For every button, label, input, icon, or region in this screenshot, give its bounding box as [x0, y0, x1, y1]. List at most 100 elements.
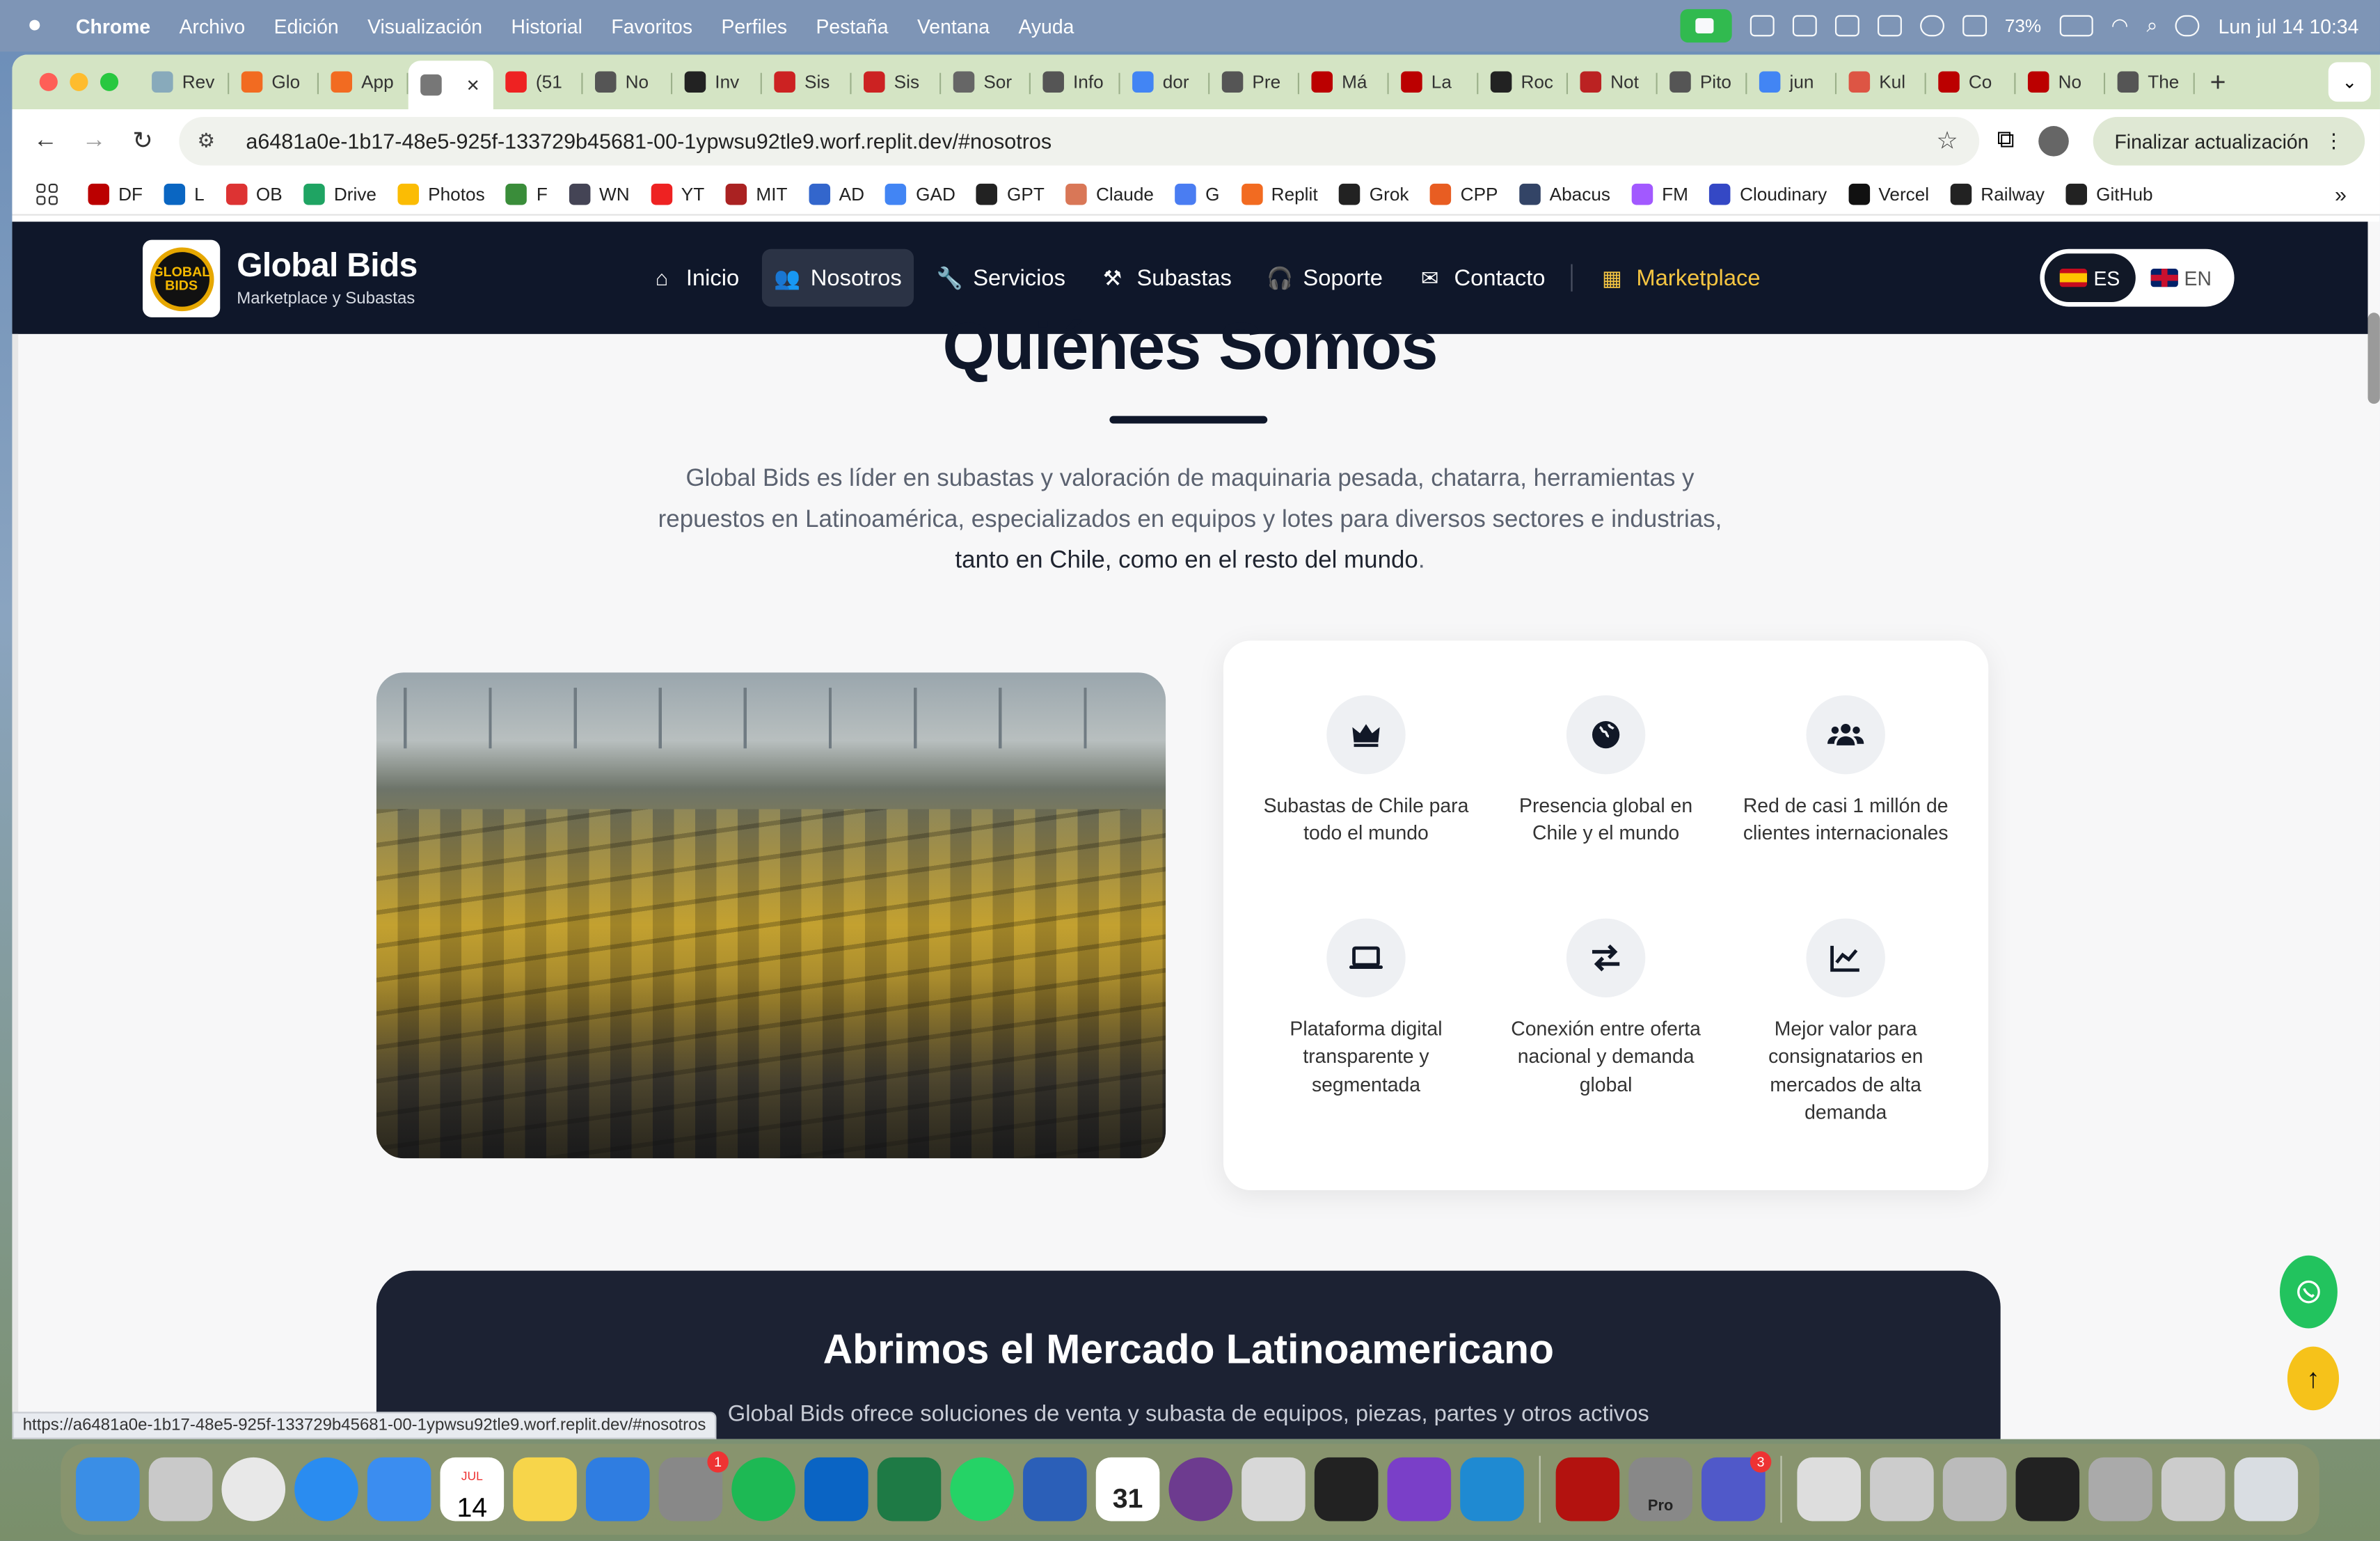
dock-window-1-icon[interactable] [1870, 1457, 1934, 1522]
minimize-window-button[interactable] [70, 72, 88, 91]
browser-tab[interactable]: Pito [1658, 61, 1747, 103]
bookmark-mit[interactable]: MIT [725, 182, 787, 205]
menu-item-ayuda[interactable]: Ayuda [1018, 15, 1074, 38]
zoom-window-button[interactable] [100, 72, 119, 91]
browser-tab[interactable]: Má [1299, 61, 1389, 103]
site-settings-icon[interactable]: ⚙ [198, 129, 225, 153]
more-bookmarks-icon[interactable]: » [2335, 182, 2347, 206]
forward-button[interactable]: → [79, 127, 109, 155]
dock-trash-icon[interactable] [2234, 1457, 2299, 1522]
lang-es-button[interactable]: ES [2044, 253, 2136, 303]
battery-percent[interactable]: 73% [2005, 15, 2041, 37]
browser-tab[interactable]: dor [1120, 61, 1210, 103]
new-tab-button[interactable]: + [2210, 66, 2226, 98]
menu-item-visualización[interactable]: Visualización [367, 15, 482, 38]
bookmark-claude[interactable]: Claude [1065, 182, 1154, 205]
dock-replit-icon[interactable] [1314, 1457, 1379, 1522]
bookmark-df[interactable]: DF [88, 182, 143, 205]
dock-safari-icon[interactable] [294, 1457, 358, 1522]
dock-calendar-31-icon[interactable]: 31 [1095, 1457, 1160, 1522]
bookmark-f[interactable]: F [506, 182, 548, 205]
dock-window-4-icon[interactable] [2161, 1457, 2226, 1522]
browser-tab[interactable]: Inv [672, 61, 762, 103]
browser-tab[interactable]: jun [1747, 61, 1837, 103]
lang-en-button[interactable]: EN [2136, 253, 2227, 302]
browser-tab[interactable]: Sis [762, 61, 852, 103]
bookmark-abacus[interactable]: Abacus [1519, 182, 1610, 205]
bookmark-yt[interactable]: YT [651, 182, 704, 205]
menu-item-archivo[interactable]: Archivo [180, 15, 246, 38]
dock-outlook-icon[interactable] [804, 1457, 868, 1522]
browser-tab[interactable]: Sis [852, 61, 942, 103]
bookmark-g[interactable]: G [1175, 182, 1220, 205]
page-scrollbar[interactable] [2367, 313, 2380, 404]
bookmark-star-icon[interactable]: ☆ [1936, 126, 1958, 157]
nav-marketplace[interactable]: ▦ Marketplace [1588, 249, 1772, 307]
display-icon[interactable] [1962, 15, 1987, 37]
back-button[interactable]: ← [31, 127, 61, 155]
profile-avatar[interactable] [2038, 126, 2070, 157]
bluetooth-icon[interactable] [1919, 15, 1944, 37]
nav-soporte[interactable]: 🎧 Soporte [1255, 249, 1395, 307]
reload-button[interactable]: ↻ [127, 126, 158, 157]
dock-github-desktop-icon[interactable] [1387, 1457, 1452, 1522]
browser-tab[interactable]: (51 [493, 61, 583, 103]
dock-chrome-icon[interactable] [221, 1457, 286, 1522]
menu-item-perfiles[interactable]: Perfiles [721, 15, 787, 38]
brand[interactable]: Global Bids Marketplace y Subastas [237, 246, 418, 308]
menu-item-ventana[interactable]: Ventana [917, 15, 990, 38]
apps-grid-icon[interactable] [36, 182, 58, 205]
browser-tab[interactable]: Glo [229, 61, 319, 103]
tab-active[interactable]: ✕ [408, 61, 493, 110]
dock-excel-icon[interactable] [877, 1457, 942, 1522]
browser-tab[interactable]: App [319, 61, 408, 103]
dock-calendar-icon[interactable]: JUL 14 [440, 1457, 505, 1521]
bookmark-vercel[interactable]: Vercel [1848, 182, 1929, 205]
bookmark-fm[interactable]: FM [1631, 182, 1688, 205]
dock-mail-icon[interactable] [367, 1457, 431, 1522]
bookmark-github[interactable]: GitHub [2065, 182, 2153, 205]
bookmark-ad[interactable]: AD [809, 182, 864, 205]
dock-whatsapp-icon[interactable] [950, 1457, 1014, 1522]
menu-item-chrome[interactable]: Chrome [76, 15, 150, 38]
dock-acrobat-icon[interactable] [1555, 1457, 1620, 1522]
dock-iphone-mirroring-icon[interactable] [1241, 1457, 1306, 1522]
browser-tab[interactable]: Roc [1478, 61, 1569, 103]
battery-icon[interactable] [2059, 15, 2093, 37]
browser-tab[interactable]: Kul [1836, 61, 1926, 103]
browser-tab[interactable]: Not [1568, 61, 1658, 103]
dock-finder-icon[interactable] [76, 1457, 140, 1522]
bookmark-gpt[interactable]: GPT [976, 182, 1045, 205]
browser-tab[interactable]: The [2105, 61, 2195, 103]
search-icon[interactable]: ⌕ [2146, 14, 2157, 38]
nav-servicios[interactable]: 🔧 Servicios [924, 249, 1077, 307]
dock-window-3-icon[interactable] [2088, 1457, 2152, 1522]
whatsapp-button[interactable] [2280, 1255, 2338, 1329]
dock-window-2-icon[interactable] [1942, 1457, 2007, 1522]
menu-item-favoritos[interactable]: Favoritos [611, 15, 692, 38]
scroll-top-button[interactable]: ↑ [2287, 1346, 2340, 1411]
dock-word-icon[interactable] [1023, 1457, 1087, 1522]
apple-icon[interactable]: ● [27, 13, 51, 38]
browser-tab[interactable]: Info [1031, 61, 1120, 103]
menu-item-pestaña[interactable]: Pestaña [816, 15, 888, 38]
browser-tab[interactable]: Co [1926, 61, 2016, 103]
dock-notes-icon[interactable] [513, 1457, 577, 1522]
drive-status-icon[interactable] [1834, 15, 1859, 37]
tab-search-icon[interactable]: ⌄ [2328, 62, 2371, 102]
nav-nosotros[interactable]: 👥 Nosotros [761, 248, 914, 307]
dock-obs-icon[interactable] [1168, 1457, 1233, 1522]
network-icon[interactable] [1877, 15, 1902, 37]
bookmark-replit[interactable]: Replit [1241, 182, 1318, 205]
control-center-icon[interactable] [2175, 15, 2200, 37]
bookmark-cpp[interactable]: CPP [1430, 182, 1498, 205]
dock-pro-icon[interactable]: Pro [1628, 1457, 1692, 1522]
dock-terminal-icon[interactable] [2015, 1457, 2080, 1522]
nav-contacto[interactable]: ✉ Contacto [1406, 249, 1557, 307]
dock-keynote-icon[interactable] [585, 1457, 650, 1522]
clock[interactable]: Lun jul 14 10:34 [2219, 15, 2359, 38]
browser-tab[interactable]: Pre [1209, 61, 1300, 103]
dock-teams-icon[interactable]: 3 [1701, 1451, 1772, 1522]
browser-tab[interactable]: Rev [140, 61, 230, 103]
nav-subastas[interactable]: ⚒ Subastas [1088, 249, 1244, 307]
